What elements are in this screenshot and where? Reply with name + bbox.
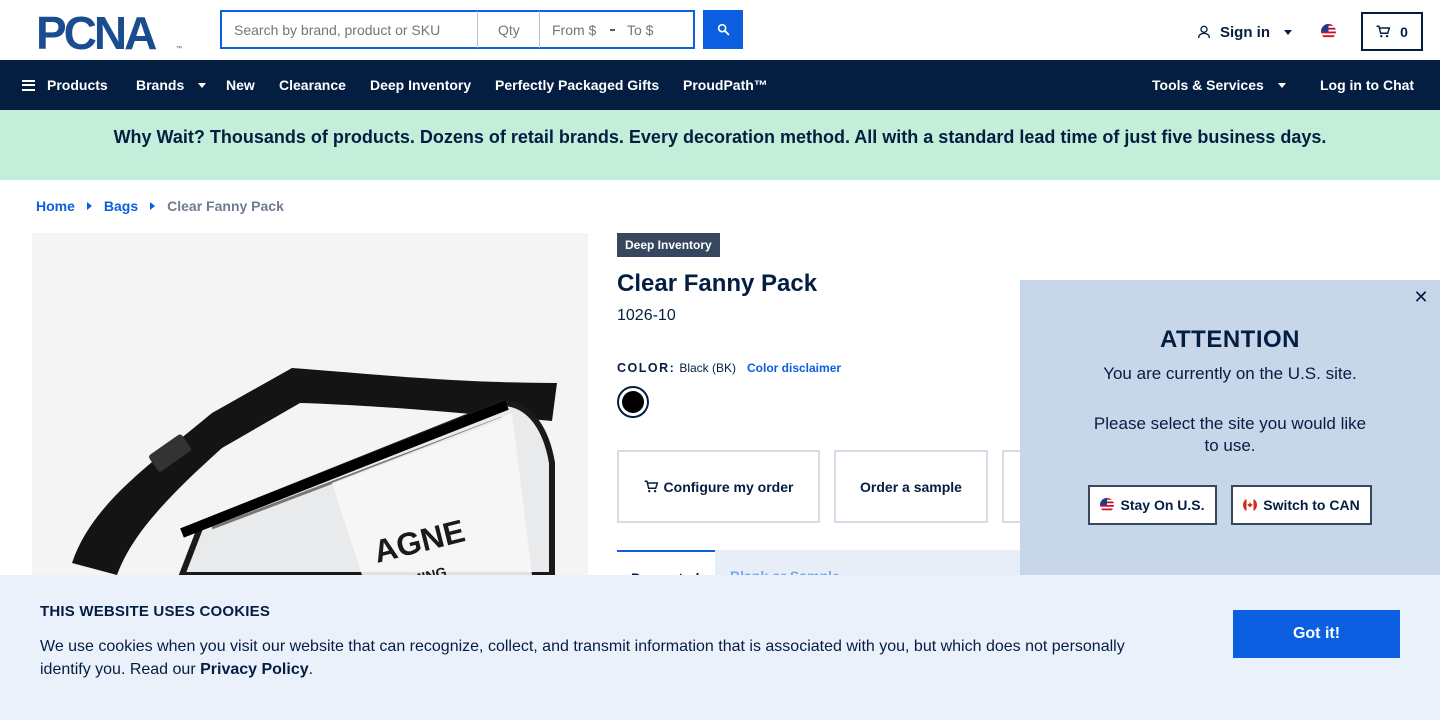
stay-on-us-label: Stay On U.S. <box>1120 497 1205 513</box>
cart-icon <box>644 480 658 493</box>
breadcrumb-bags[interactable]: Bags <box>104 198 138 214</box>
chevron-down-icon <box>1277 82 1286 88</box>
nav-clearance-label: Clearance <box>279 77 346 93</box>
product-image[interactable]: AGNE MING <box>32 233 588 575</box>
switch-to-can-label: Switch to CAN <box>1263 497 1360 513</box>
tab-decorated[interactable]: Decorated <box>617 550 715 575</box>
site-selector-modal: ✕ ATTENTION You are currently on the U.S… <box>1020 280 1440 575</box>
nav-brands[interactable]: Brands <box>136 60 207 110</box>
nav-gifts[interactable]: Perfectly Packaged Gifts <box>495 60 659 110</box>
nav-brands-label: Brands <box>136 77 185 93</box>
switch-to-can-button[interactable]: Switch to CAN <box>1231 485 1372 525</box>
promo-banner: Why Wait? Thousands of products. Dozens … <box>0 110 1440 180</box>
user-icon <box>1198 25 1210 39</box>
color-value: Black (BK) <box>679 361 736 375</box>
cookie-text: We use cookies when you visit our websit… <box>40 635 1150 681</box>
price-from-input[interactable] <box>540 12 610 47</box>
nav-chat-login[interactable]: Log in to Chat <box>1320 60 1414 110</box>
us-flag-icon <box>1100 498 1115 512</box>
nav-gifts-label: Perfectly Packaged Gifts <box>495 77 660 93</box>
nav-proudpath[interactable]: ProudPath™ <box>683 60 768 110</box>
nav-tools-label: Tools & Services <box>1152 77 1264 93</box>
nav-new-label: New <box>226 77 255 93</box>
nav-proudpath-label: ProudPath™ <box>683 77 768 93</box>
svg-text:PCNA: PCNA <box>36 12 156 52</box>
nav-new[interactable]: New <box>226 60 255 110</box>
site-header: PCNA ™ Sign in 0 <box>0 0 1440 60</box>
main-nav: Products Brands New Clearance Deep Inven… <box>0 60 1440 110</box>
product-title: Clear Fanny Pack <box>617 270 818 297</box>
search-bar <box>220 10 695 49</box>
breadcrumb: Home Bags Clear Fanny Pack <box>36 198 284 214</box>
nav-chat-label: Log in to Chat <box>1320 77 1415 93</box>
sign-in-menu[interactable]: Sign in <box>1196 22 1292 42</box>
sign-in-label: Sign in <box>1220 23 1270 41</box>
cookie-period: . <box>308 661 314 678</box>
nav-tools-services[interactable]: Tools & Services <box>1152 60 1286 110</box>
menu-icon <box>22 79 35 91</box>
attention-current-site: You are currently on the U.S. site. <box>1103 364 1357 383</box>
promo-text: Why Wait? Thousands of products. Dozens … <box>113 127 1327 147</box>
search-button[interactable] <box>703 10 743 49</box>
color-label: COLOR: <box>617 361 676 375</box>
chevron-down-icon <box>1284 29 1292 35</box>
configure-order-label: Configure my order <box>663 478 794 495</box>
chevron-down-icon <box>198 82 207 88</box>
nav-deep-inventory[interactable]: Deep Inventory <box>370 60 471 110</box>
price-to-input[interactable] <box>623 12 693 47</box>
nav-deep-inventory-label: Deep Inventory <box>370 77 472 93</box>
got-it-button[interactable]: Got it! <box>1233 610 1400 658</box>
breadcrumb-current: Clear Fanny Pack <box>167 198 284 214</box>
deep-inventory-badge: Deep Inventory <box>617 233 720 257</box>
close-icon[interactable]: ✕ <box>1412 288 1430 306</box>
color-row: COLOR: Black (BK) Color disclaimer <box>617 361 841 375</box>
product-sku: 1026-10 <box>617 307 676 324</box>
price-range <box>540 10 695 49</box>
fanny-pack-illustration: AGNE MING <box>72 368 557 575</box>
breadcrumb-home[interactable]: Home <box>36 198 75 214</box>
cart-count: 0 <box>1400 23 1408 40</box>
configure-order-button[interactable]: Configure my order <box>617 450 820 523</box>
svg-text:™: ™ <box>176 45 182 52</box>
nav-products-label: Products <box>47 77 108 93</box>
range-dash <box>610 28 615 31</box>
cart-button[interactable]: 0 <box>1361 12 1423 51</box>
nav-clearance[interactable]: Clearance <box>279 60 346 110</box>
cookie-banner: THIS WEBSITE USES COOKIES We use cookies… <box>0 575 1440 720</box>
color-disclaimer-link[interactable]: Color disclaimer <box>747 361 841 375</box>
color-swatch-black[interactable] <box>617 386 649 418</box>
order-type-tabs: Decorated Blank or Sample <box>617 550 1037 584</box>
privacy-policy-link[interactable]: Privacy Policy <box>200 661 309 678</box>
stay-on-us-button[interactable]: Stay On U.S. <box>1088 485 1217 525</box>
nav-products[interactable]: Products <box>22 60 108 110</box>
canada-flag-icon <box>1243 498 1258 512</box>
caret-right-icon <box>150 202 156 210</box>
attention-instruction: Please select the site you would like to… <box>1093 414 1367 455</box>
pcna-logo[interactable]: PCNA ™ <box>36 12 184 52</box>
us-flag-icon[interactable] <box>1321 24 1336 39</box>
attention-title: ATTENTION <box>1159 326 1301 353</box>
caret-right-icon <box>86 202 92 210</box>
cart-icon <box>1376 25 1391 38</box>
qty-input[interactable] <box>478 10 540 49</box>
order-sample-label: Order a sample <box>860 478 962 495</box>
search-icon <box>717 23 729 36</box>
order-sample-button[interactable]: Order a sample <box>834 450 988 523</box>
search-input[interactable] <box>220 10 478 49</box>
cookie-title: THIS WEBSITE USES COOKIES <box>40 603 271 620</box>
